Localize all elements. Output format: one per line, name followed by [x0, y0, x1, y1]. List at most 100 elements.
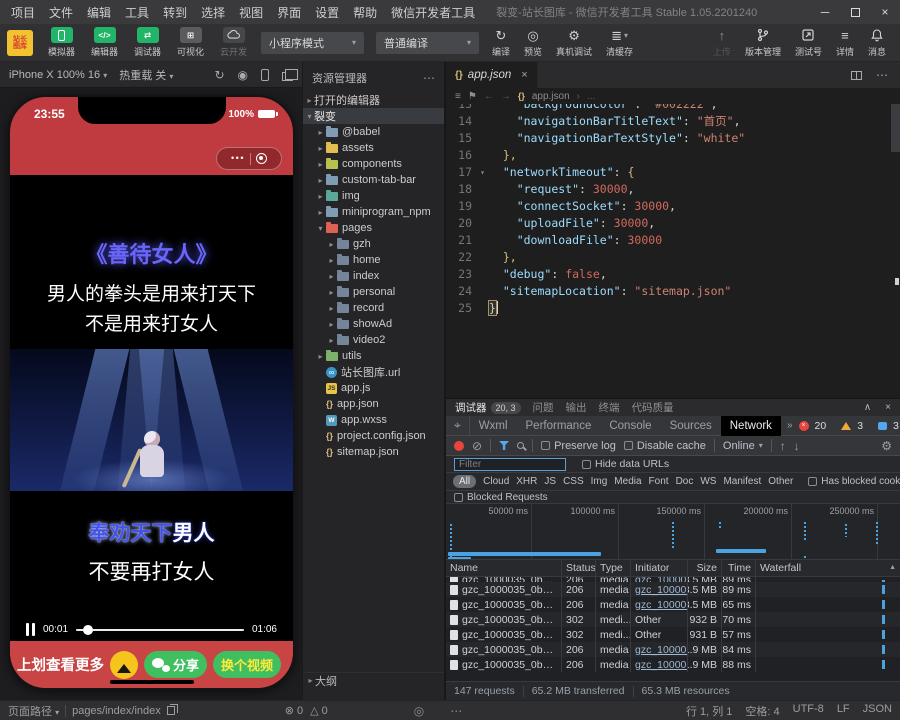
- open-editors-icon[interactable]: ≡: [455, 91, 461, 102]
- menu-item[interactable]: 帮助: [346, 4, 384, 21]
- editor-more-icon[interactable]: ⋯: [876, 68, 888, 82]
- type-filter-chip[interactable]: Doc: [676, 476, 694, 487]
- menu-item[interactable]: 工具: [118, 4, 156, 21]
- rotate-icon[interactable]: ↻: [214, 68, 224, 82]
- filter-funnel-icon[interactable]: [499, 441, 509, 450]
- scroll-up-icon[interactable]: ▲: [889, 564, 896, 571]
- inspector-tab[interactable]: Console: [600, 416, 660, 436]
- breadcrumb-file[interactable]: app.json: [532, 91, 570, 102]
- tree-item[interactable]: ▸components: [303, 156, 444, 172]
- share-button[interactable]: 分享: [144, 651, 207, 678]
- debugger-tab[interactable]: 代码质量: [632, 400, 674, 415]
- toggle-on[interactable]: </>编辑器: [83, 27, 126, 58]
- disable-cache-checkbox[interactable]: Disable cache: [624, 440, 706, 452]
- type-filter-chip[interactable]: All: [453, 475, 476, 488]
- toolbar-action-button[interactable]: ≡详情: [836, 28, 854, 58]
- toggle-on[interactable]: 模拟器: [40, 27, 83, 58]
- preserve-log-checkbox[interactable]: Preserve log: [541, 440, 616, 452]
- network-settings-icon[interactable]: ⚙: [881, 440, 892, 452]
- network-row[interactable]: gzc_1000035_0bc3g4b... 206 media gzc_100…: [446, 582, 900, 597]
- menu-item[interactable]: 转到: [156, 4, 194, 21]
- column-header[interactable]: Initiator: [631, 560, 688, 576]
- toolbar-action-button[interactable]: ⚙真机调试: [556, 28, 592, 58]
- tree-item[interactable]: ▸gzh: [303, 236, 444, 252]
- debugger-tab[interactable]: 调试器20, 3: [455, 400, 521, 415]
- menu-item[interactable]: 微信开发者工具: [384, 4, 482, 21]
- menu-item[interactable]: 选择: [194, 4, 232, 21]
- network-timeline[interactable]: 50000 ms100000 ms150000 ms200000 ms25000…: [446, 504, 900, 560]
- menu-item[interactable]: 设置: [308, 4, 346, 21]
- column-header[interactable]: Status: [562, 560, 596, 576]
- hide-data-urls-checkbox[interactable]: Hide data URLs: [582, 458, 669, 470]
- type-filter-chip[interactable]: Img: [591, 476, 608, 487]
- toggle-disabled[interactable]: 云开发: [212, 27, 255, 58]
- close-tab-icon[interactable]: ×: [521, 69, 527, 81]
- miniprogram-capsule[interactable]: •••: [216, 147, 282, 170]
- column-header[interactable]: Type: [596, 560, 631, 576]
- tree-item[interactable]: {}sitemap.json: [303, 444, 444, 460]
- copy-path-icon[interactable]: [167, 706, 175, 715]
- close-circle-icon[interactable]: [256, 153, 267, 164]
- initiator-link[interactable]: gzc_10000...: [635, 644, 688, 656]
- debugger-tab[interactable]: 问题: [533, 400, 554, 415]
- tree-item[interactable]: Wapp.wxss: [303, 412, 444, 428]
- problems-indicator[interactable]: ⊗0 △0: [285, 704, 328, 717]
- tree-item[interactable]: {}app.json: [303, 396, 444, 412]
- language-mode[interactable]: JSON: [863, 703, 892, 719]
- swipe-up-button[interactable]: [110, 651, 138, 679]
- minimize-icon[interactable]: ─: [810, 0, 840, 24]
- code-area[interactable]: 13 "backgroundColor": "#002222",14 "navi…: [446, 96, 900, 317]
- tree-item[interactable]: ▸assets: [303, 140, 444, 156]
- statusbar-more-icon[interactable]: ⋯: [450, 704, 462, 718]
- toggle-on[interactable]: ⇄调试器: [126, 27, 169, 58]
- page-path-value[interactable]: pages/index/index: [72, 705, 161, 717]
- tree-item[interactable]: ▸@babel: [303, 124, 444, 140]
- network-row[interactable]: gzc_1000035_0bc3f4af... 206 media gzc_10…: [446, 642, 900, 657]
- tree-item[interactable]: ▸img: [303, 188, 444, 204]
- network-row[interactable]: gzc_1000035_0bc3f4af... 206 media gzc_10…: [446, 657, 900, 672]
- tree-item[interactable]: ▾pages: [303, 220, 444, 236]
- tree-item[interactable]: ▸打开的编辑器: [303, 92, 444, 108]
- menu-item[interactable]: 文件: [42, 4, 80, 21]
- import-har-icon[interactable]: ↑: [780, 440, 786, 452]
- record-icon[interactable]: [454, 441, 464, 451]
- search-icon[interactable]: [517, 442, 524, 449]
- next-video-button[interactable]: 换个视频: [213, 651, 281, 678]
- tree-item[interactable]: ▸record: [303, 300, 444, 316]
- filter-input[interactable]: Filter: [454, 458, 566, 471]
- menu-item[interactable]: 项目: [4, 4, 42, 21]
- has-blocked-cookies-checkbox[interactable]: Has blocked cookies: [808, 476, 900, 487]
- tree-item[interactable]: ▸index: [303, 268, 444, 284]
- initiator-link[interactable]: gzc_10000...: [635, 584, 688, 596]
- page-path-label[interactable]: 页面路径 ▾: [8, 703, 59, 719]
- initiator-link[interactable]: gzc_10000...: [635, 599, 688, 611]
- tree-item[interactable]: ▸personal: [303, 284, 444, 300]
- cursor-position[interactable]: 行 1, 列 1: [686, 703, 732, 719]
- pause-icon[interactable]: [26, 623, 35, 636]
- debugger-tab[interactable]: 终端: [599, 400, 620, 415]
- inspector-tab[interactable]: Sources: [661, 416, 721, 436]
- warning-icon[interactable]: [841, 422, 851, 430]
- toolbar-action-button[interactable]: 版本管理: [745, 28, 781, 58]
- type-filter-chip[interactable]: WS: [700, 476, 716, 487]
- column-header[interactable]: Name: [446, 560, 562, 576]
- inspector-tab[interactable]: Performance: [517, 416, 601, 436]
- throttle-select[interactable]: Online ▾: [723, 440, 763, 452]
- column-header[interactable]: Time: [722, 560, 756, 576]
- menu-item[interactable]: 视图: [232, 4, 270, 21]
- multi-window-icon[interactable]: [282, 69, 293, 81]
- encoding[interactable]: UTF-8: [793, 703, 824, 719]
- tree-item[interactable]: ▸home: [303, 252, 444, 268]
- progress-knob[interactable]: [83, 625, 93, 635]
- split-editor-icon[interactable]: [851, 71, 862, 80]
- progress-bar[interactable]: [76, 629, 244, 631]
- message-icon[interactable]: [878, 422, 887, 430]
- type-filter-chip[interactable]: Other: [768, 476, 793, 487]
- toolbar-action-button[interactable]: 消息: [868, 28, 886, 58]
- type-filter-chip[interactable]: JS: [544, 476, 556, 487]
- network-row[interactable]: gzc_1000035_0bc3f4af... 302 medi... Othe…: [446, 612, 900, 627]
- forward-icon[interactable]: →: [501, 91, 511, 102]
- outline-section[interactable]: ▸ 大纲: [303, 672, 444, 688]
- tab-app-json[interactable]: {} app.json ×: [446, 62, 538, 88]
- hot-reload-select[interactable]: 热重载 关 ▾: [119, 67, 173, 83]
